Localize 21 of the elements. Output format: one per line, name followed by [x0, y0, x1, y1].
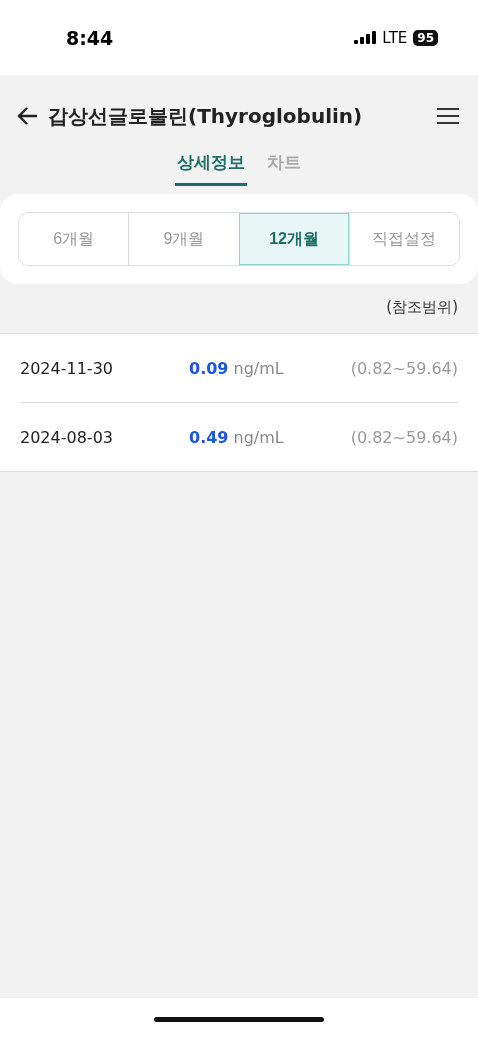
back-arrow-icon — [16, 106, 38, 126]
status-time: 8:44 — [66, 26, 114, 49]
menu-icon — [436, 107, 460, 125]
reference-header: (참조범위) — [386, 298, 458, 317]
result-unit: ng/mL — [233, 427, 285, 447]
result-value: 0.49 — [189, 427, 229, 447]
result-date: 2024-08-03 — [20, 427, 114, 447]
reference-range: (0.82~59.64) — [350, 427, 458, 447]
network-label: LTE — [382, 28, 408, 47]
battery-level: 95 — [413, 29, 438, 46]
result-value: 0.09 — [189, 358, 229, 378]
page-title: 갑상선글로불린(Thyroglobulin) — [48, 102, 364, 130]
period-option[interactable]: 12개월 — [238, 213, 349, 265]
tab[interactable]: 상세정보 — [175, 147, 247, 186]
tab[interactable]: 차트 — [265, 147, 303, 186]
menu-button[interactable] — [434, 105, 462, 127]
result-date: 2024-11-30 — [20, 358, 114, 378]
signal-icon — [354, 31, 377, 44]
result-unit: ng/mL — [233, 358, 285, 378]
period-option[interactable]: 직접설정 — [348, 213, 459, 265]
reference-range: (0.82~59.64) — [350, 358, 458, 378]
